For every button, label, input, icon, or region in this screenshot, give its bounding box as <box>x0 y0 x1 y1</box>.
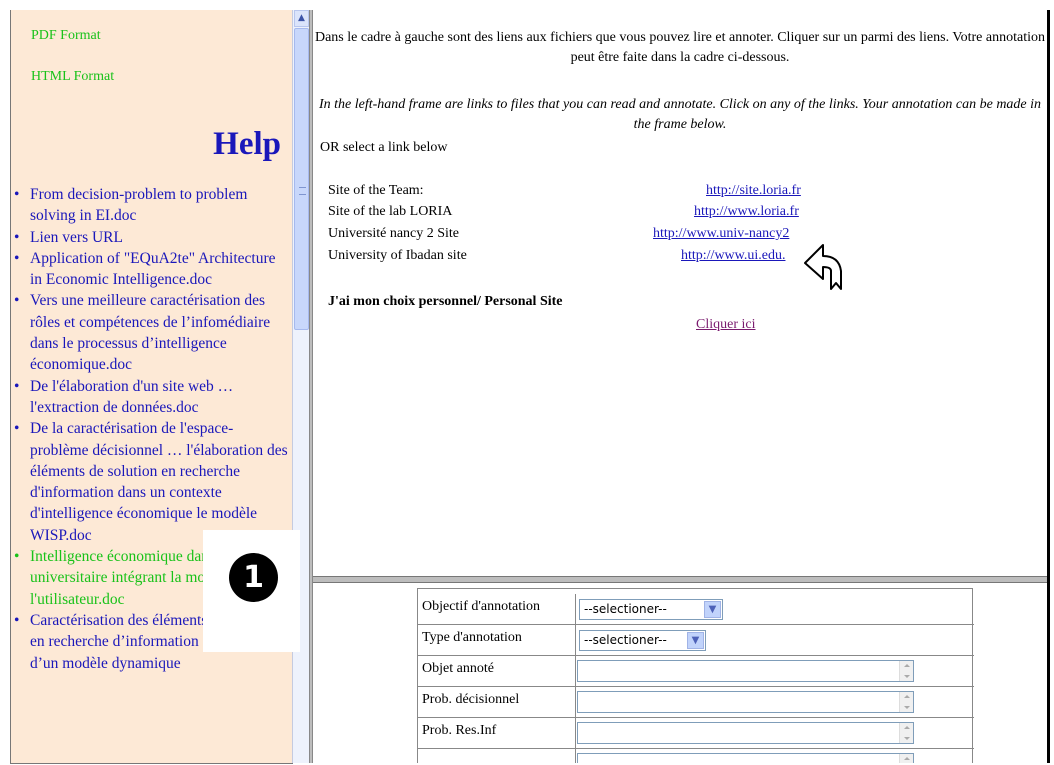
intro-french: Dans le cadre à gauche sont des liens au… <box>314 30 1045 65</box>
form-cell <box>576 718 974 749</box>
form-cell: --selectioner-- ▼ <box>576 625 974 656</box>
bullet-icon: • <box>14 377 20 395</box>
spin-icon[interactable] <box>899 661 913 681</box>
chevron-down-icon[interactable]: ▼ <box>687 632 704 649</box>
bullet-icon: • <box>14 292 20 310</box>
form-row: Prob. Res.Inf <box>418 718 974 749</box>
personal-site-label: J'ai mon choix personnel/ Personal Site <box>328 294 563 309</box>
bullet-icon: • <box>14 420 20 438</box>
or-select-label: OR select a link below <box>320 140 448 155</box>
select-value: --selectioner-- <box>584 602 667 616</box>
annotation-objective-select[interactable]: --selectioner-- ▼ <box>579 599 723 620</box>
link-select-cursor-icon <box>804 244 842 290</box>
annotation-objective-label: Objectif d'annotation <box>418 594 576 625</box>
form-row: Objet annoté <box>418 656 974 687</box>
form-row: Prob. décisionnel <box>418 687 974 718</box>
help-item[interactable]: • Vers une meilleure caractérisation des … <box>11 290 289 375</box>
grip-icon <box>299 187 306 195</box>
scroll-up-arrow-icon[interactable]: ▲ <box>294 10 309 27</box>
decision-problem-label: Prob. décisionnel <box>418 687 576 718</box>
site-label: Université nancy 2 Site <box>328 226 460 241</box>
annotation-type-select[interactable]: --selectioner-- ▼ <box>579 630 706 651</box>
help-item[interactable]: • Lien vers URL <box>11 227 289 248</box>
site-label: Site of the lab LORIA <box>328 204 453 219</box>
site-label: Site of the Team: <box>328 183 424 198</box>
frame-divider-horizontal[interactable] <box>313 576 1047 583</box>
site-link[interactable]: http://site.loria.fr <box>706 183 801 199</box>
right-frame-border <box>1047 10 1050 763</box>
step-number-badge: 1 <box>229 553 278 602</box>
form-cell: --selectioner-- ▼ <box>576 594 974 625</box>
site-link[interactable]: http://www.ui.edu. <box>681 248 785 264</box>
form-cell <box>576 749 974 763</box>
scroll-icon[interactable] <box>899 754 913 763</box>
bullet-icon: • <box>14 548 20 566</box>
form-row: Objectif d'annotation --selectioner-- ▼ <box>418 594 974 625</box>
info-research-problem-field[interactable] <box>577 722 914 744</box>
spin-icon[interactable] <box>899 723 913 743</box>
spin-icon[interactable] <box>899 692 913 712</box>
help-title: Help <box>213 126 281 162</box>
form-cell <box>576 687 974 718</box>
html-format-link[interactable]: HTML Format <box>31 69 114 85</box>
form-row: Type d'annotation --selectioner-- ▼ <box>418 625 974 656</box>
comment-label <box>418 749 576 763</box>
bullet-icon: • <box>14 611 20 629</box>
bottom-frame: Objectif d'annotation --selectioner-- ▼ … <box>313 583 1047 763</box>
bullet-icon: • <box>14 249 20 267</box>
help-item[interactable]: • De la caractérisation de l'espace-probl… <box>11 418 289 546</box>
chevron-down-icon[interactable]: ▼ <box>704 601 721 618</box>
annotation-type-label: Type d'annotation <box>418 625 576 656</box>
site-link[interactable]: http://www.univ-nancy2 <box>653 226 789 242</box>
help-item[interactable]: • From decision-problem to problem solvin… <box>11 184 289 227</box>
help-item[interactable]: • De l'élaboration d'un site web … l'extr… <box>11 376 289 419</box>
annotated-object-field[interactable] <box>577 660 914 682</box>
select-value: --selectioner-- <box>584 633 667 647</box>
form-row <box>418 749 974 763</box>
site-link[interactable]: http://www.loria.fr <box>694 204 799 220</box>
bullet-icon: • <box>14 186 20 203</box>
scroll-thumb[interactable] <box>294 28 309 330</box>
site-label: University of Ibadan site <box>328 248 467 263</box>
annotated-object-label: Objet annoté <box>418 656 576 687</box>
comment-textarea[interactable] <box>577 753 914 763</box>
info-research-problem-label: Prob. Res.Inf <box>418 718 576 749</box>
form-cell <box>576 656 974 687</box>
cliquer-ici-link[interactable]: Cliquer ici <box>696 317 756 333</box>
intro-english: In the left-hand frame are links to file… <box>318 97 1042 132</box>
top-frame: Dans le cadre à gauche sont des liens au… <box>313 10 1047 576</box>
pdf-format-link[interactable]: PDF Format <box>31 28 101 44</box>
help-item[interactable]: • Application of "EQuA2te" Architecture i… <box>11 248 289 291</box>
annotation-form: Objectif d'annotation --selectioner-- ▼ … <box>417 588 974 763</box>
bullet-icon: • <box>14 228 20 246</box>
decision-problem-field[interactable] <box>577 691 914 713</box>
